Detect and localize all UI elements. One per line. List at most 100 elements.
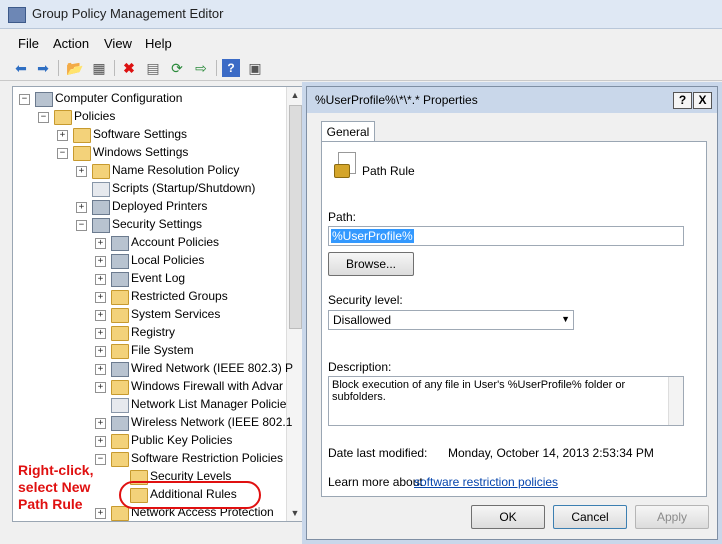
up-folder-icon[interactable]: 📂 <box>66 59 84 77</box>
expand-icon[interactable]: + <box>95 346 106 357</box>
expand-icon[interactable]: + <box>95 238 106 249</box>
cancel-button[interactable]: Cancel <box>553 505 627 529</box>
tree-node[interactable]: + Software Settings <box>13 126 285 144</box>
tree-node[interactable]: + System Services <box>13 306 285 324</box>
properties-icon[interactable]: ▤ <box>144 59 162 77</box>
tree-node-label: Policies <box>74 109 116 123</box>
help-icon[interactable]: ? <box>222 59 240 77</box>
tree-node[interactable]: + Account Policies <box>13 234 285 252</box>
expand-icon[interactable]: + <box>95 274 106 285</box>
refresh-icon[interactable]: ⟳ <box>168 59 186 77</box>
expand-icon[interactable]: + <box>76 202 87 213</box>
help-button[interactable]: ? <box>673 92 692 109</box>
expand-icon[interactable]: + <box>95 292 106 303</box>
path-input[interactable]: %UserProfile% <box>328 226 684 246</box>
close-button[interactable]: X <box>693 92 712 109</box>
back-icon[interactable]: ⬅ <box>12 59 30 77</box>
properties-dialog: %UserProfile%\*\*.* Properties ? X Gener… <box>306 86 718 540</box>
gear-icon <box>111 272 129 287</box>
title-bar: Group Policy Management Editor <box>0 0 722 29</box>
tree-node[interactable]: − Security Settings <box>13 216 285 234</box>
console-icon[interactable]: ▣ <box>246 59 264 77</box>
expand-icon[interactable]: + <box>95 256 106 267</box>
tree-node[interactable]: + Restricted Groups <box>13 288 285 306</box>
delete-icon[interactable]: ✖ <box>120 59 138 77</box>
tree-node-label: Windows Settings <box>93 145 189 159</box>
tree-node[interactable]: + Wireless Network (IEEE 802.1 <box>13 414 292 432</box>
menu-action[interactable]: Action <box>53 36 89 51</box>
expand-icon[interactable]: + <box>76 166 87 177</box>
folder-icon <box>54 110 72 125</box>
menu-help[interactable]: Help <box>145 36 172 51</box>
expand-icon[interactable]: + <box>95 418 106 429</box>
tree-node[interactable]: + Public Key Policies <box>13 432 285 450</box>
scroll-thumb[interactable] <box>289 105 302 329</box>
tree-node[interactable]: + Deployed Printers <box>13 198 285 216</box>
tree-node[interactable]: + Registry <box>13 324 285 342</box>
tree-node[interactable]: + File System <box>13 342 285 360</box>
expand-icon[interactable]: + <box>95 328 106 339</box>
description-textarea[interactable]: Block execution of any file in User's %U… <box>328 376 684 426</box>
description-value: Block execution of any file in User's %U… <box>332 379 626 403</box>
dialog-title-bar: %UserProfile%\*\*.* Properties ? X <box>307 87 717 113</box>
date-value: Monday, October 14, 2013 2:53:34 PM <box>448 446 654 460</box>
tree-node[interactable]: + Local Policies <box>13 252 285 270</box>
description-scrollbar[interactable] <box>668 377 683 425</box>
folder-icon <box>111 290 129 305</box>
expand-icon[interactable]: + <box>57 130 68 141</box>
path-rule-icon <box>334 152 356 180</box>
path-value: %UserProfile% <box>331 229 414 243</box>
gear-icon <box>111 362 129 377</box>
collapse-icon[interactable]: − <box>57 148 68 159</box>
tree-scrollbar[interactable]: ▲ ▼ <box>286 87 303 521</box>
tree-node[interactable]: − Policies <box>13 108 285 126</box>
security-level-select[interactable]: Disallowed ▼ <box>328 310 574 330</box>
folder-icon <box>111 308 129 323</box>
browse-button[interactable]: Browse... <box>328 252 414 276</box>
tree-node-label: File System <box>131 343 194 357</box>
toolbar: ⬅ ➡ 📂 ▦ ✖ ▤ ⟳ ⇨ ? ▣ <box>0 56 722 81</box>
expand-icon[interactable]: + <box>95 382 106 393</box>
tree-node[interactable]: − Windows Settings <box>13 144 285 162</box>
menu-bar: File Action View Help <box>0 34 722 54</box>
tree-node[interactable]: Network List Manager Policie <box>13 396 286 414</box>
learn-more-link[interactable]: software restriction policies <box>414 475 558 489</box>
doc-icon <box>111 398 129 413</box>
apply-button[interactable]: Apply <box>635 505 709 529</box>
scroll-up-icon[interactable]: ▲ <box>287 87 303 103</box>
date-label: Date last modified: <box>328 446 428 460</box>
tree-node[interactable]: + Wired Network (IEEE 802.3) P <box>13 360 293 378</box>
security-level-label: Security level: <box>328 293 403 307</box>
tab-general[interactable]: General <box>321 121 375 142</box>
tree-node-label: Restricted Groups <box>131 289 228 303</box>
expand-icon[interactable]: + <box>95 436 106 447</box>
folder-icon <box>111 326 129 341</box>
tree-node[interactable]: Scripts (Startup/Shutdown) <box>13 180 285 198</box>
menu-file[interactable]: File <box>18 36 39 51</box>
tree-node-label: Account Policies <box>131 235 220 249</box>
show-hide-tree-icon[interactable]: ▦ <box>90 59 108 77</box>
editor-window: Group Policy Management Editor File Acti… <box>0 0 722 544</box>
collapse-icon[interactable]: − <box>38 112 49 123</box>
path-label: Path: <box>328 210 357 224</box>
gear-icon <box>111 254 129 269</box>
forward-icon[interactable]: ➡ <box>34 59 52 77</box>
tree-node[interactable]: + Windows Firewall with Advar <box>13 378 285 396</box>
tree-node-label: Windows Firewall with Advar <box>131 379 284 393</box>
scroll-down-icon[interactable]: ▼ <box>287 505 303 521</box>
tree-pane[interactable]: ▲ ▼ − Computer Configuration − Policies + Sof… <box>12 86 304 522</box>
collapse-icon[interactable]: − <box>19 94 30 105</box>
tree-node-label: Registry <box>131 325 176 339</box>
tree-node[interactable]: + Name Resolution Policy <box>13 162 285 180</box>
ok-button[interactable]: OK <box>471 505 545 529</box>
collapse-icon[interactable]: − <box>76 220 87 231</box>
folder-icon <box>111 344 129 359</box>
export-icon[interactable]: ⇨ <box>192 59 210 77</box>
menu-view[interactable]: View <box>104 36 132 51</box>
expand-icon[interactable]: + <box>95 364 106 375</box>
tree-node[interactable]: − Computer Configuration <box>13 90 285 108</box>
folder-icon <box>92 164 110 179</box>
tree-node-label: Software Restriction Policies <box>131 451 284 465</box>
tree-node[interactable]: + Event Log <box>13 270 285 288</box>
expand-icon[interactable]: + <box>95 310 106 321</box>
